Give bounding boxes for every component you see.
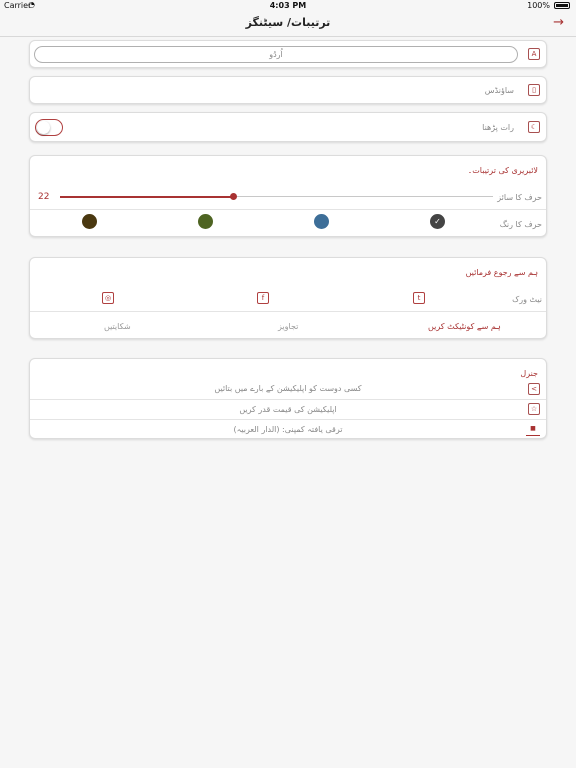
- toggle-knob: [37, 121, 50, 134]
- network-label: نیٹ ورک: [512, 295, 542, 304]
- color-swatch-brown[interactable]: [82, 214, 97, 229]
- microphone-icon: ▯: [528, 84, 540, 96]
- status-time: 4:03 PM: [269, 1, 307, 10]
- translate-icon: A: [528, 48, 540, 60]
- star-icon: ☆: [528, 403, 540, 415]
- language-card: اُردُو A: [29, 40, 547, 68]
- font-size-value: 22: [38, 192, 50, 202]
- company-label: ترقی یافتہ کمپنی: (الدار العربیہ): [233, 425, 343, 434]
- navigation-bar: ترتیبات/ سیٹنگز →: [0, 12, 576, 37]
- facebook-icon[interactable]: f: [257, 292, 269, 304]
- tab-complaints[interactable]: شکایتیں: [104, 322, 131, 331]
- sounds-label: ساؤنڈس: [484, 86, 514, 95]
- general-row-rate[interactable]: اپلیکیشن کی قیمت قدر کریں ☆: [30, 400, 546, 420]
- color-swatch-blue[interactable]: [314, 214, 329, 229]
- share-icon: <: [528, 383, 540, 395]
- battery-icon: [554, 2, 570, 9]
- company-logo-icon: ■: [526, 424, 540, 436]
- share-label: کسی دوست کو اپلیکیشن کے بارے میں بتائیں: [214, 384, 362, 393]
- tab-contact-us[interactable]: ہم سے کونٹیکٹ کریں: [428, 322, 501, 331]
- arrow-right-icon[interactable]: →: [553, 15, 564, 30]
- font-color-label: حرف کا رنگ: [499, 220, 542, 229]
- twitter-icon[interactable]: t: [413, 292, 425, 304]
- night-reading-label: رات پڑھنا: [482, 123, 514, 132]
- contact-heading: ہم سے رجوع فرمائیں: [465, 268, 538, 277]
- font-size-label: حرف کا سائز: [497, 193, 542, 202]
- color-swatch-green[interactable]: [198, 214, 213, 229]
- general-row-share[interactable]: کسی دوست کو اپلیکیشن کے بارے میں بتائیں …: [30, 379, 546, 399]
- battery-percent: 100%: [527, 1, 550, 10]
- divider: [30, 209, 546, 210]
- tab-suggestions[interactable]: تجاویز: [278, 322, 298, 331]
- status-bar: Carrier ◔ 4:03 PM 100%: [0, 0, 576, 12]
- moon-icon: ☾: [528, 121, 540, 133]
- color-swatch-dark[interactable]: ✓: [430, 214, 445, 229]
- night-reading-card: رات پڑھنا ☾: [29, 112, 547, 142]
- library-heading: لائبریری کی ترتیبات۔: [467, 166, 538, 175]
- divider: [30, 311, 546, 312]
- slider-thumb[interactable]: [229, 193, 237, 200]
- library-settings-card: لائبریری کی ترتیبات۔ 22 حرف کا سائز ✓ حر…: [29, 155, 547, 237]
- language-value: اُردُو: [269, 50, 283, 59]
- font-size-slider[interactable]: [60, 193, 493, 200]
- general-row-company[interactable]: ترقی یافتہ کمپنی: (الدار العربیہ) ■: [30, 420, 546, 440]
- general-card: جنرل کسی دوست کو اپلیکیشن کے بارے میں بت…: [29, 358, 547, 439]
- instagram-icon[interactable]: ◎: [102, 292, 114, 304]
- night-reading-toggle[interactable]: [35, 119, 63, 136]
- slider-fill: [60, 195, 234, 198]
- contact-card: ہم سے رجوع فرمائیں t f ◎ نیٹ ورک ہم سے ک…: [29, 257, 547, 339]
- page-title: ترتیبات/ سیٹنگز: [245, 16, 331, 29]
- general-heading: جنرل: [520, 369, 538, 378]
- language-selector[interactable]: اُردُو: [34, 46, 518, 63]
- sounds-card[interactable]: ساؤنڈس ▯: [29, 76, 547, 104]
- rate-label: اپلیکیشن کی قیمت قدر کریں: [239, 405, 337, 414]
